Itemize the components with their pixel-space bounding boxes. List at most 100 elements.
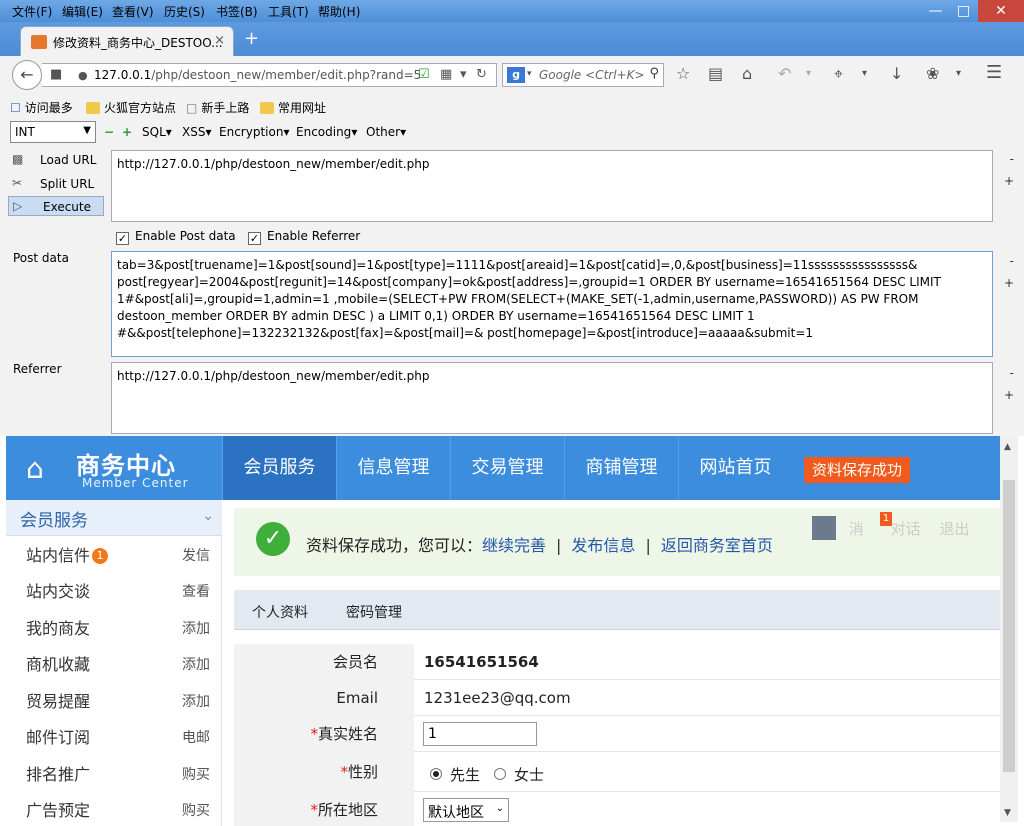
identity-icon[interactable]: ● [78,69,88,82]
sidebar-item-ads[interactable]: 广告预定 购买 [6,791,222,826]
sidebar-action[interactable]: 购买 [182,800,210,820]
split-url-button[interactable]: ✂ Split URL [8,174,104,194]
scrollbar-thumb[interactable] [1003,480,1015,772]
menu-view[interactable]: 查看(V) [112,3,154,20]
firebug-dropdown-icon[interactable]: ▾ [956,68,961,79]
menu-sql[interactable]: SQL▾ [142,125,172,139]
post-expand-button[interactable]: + [1004,276,1014,290]
download-icon[interactable]: ↓ [890,64,903,83]
bookmark-getting-started[interactable]: □ 新手上路 [186,99,249,116]
sidebar-action[interactable]: 添加 [182,618,210,638]
url-shrink-button[interactable]: - [1010,152,1014,166]
gender-female-radio[interactable]: 女士 [494,764,544,785]
crop-dropdown-icon[interactable]: ▾ [862,68,867,79]
sidebar-item-ranking[interactable]: 排名推广 购买 [6,755,222,791]
nav-site-home[interactable]: 网站首页 [678,436,792,500]
qr-icon[interactable]: ▦ [440,67,452,82]
enable-post-checkbox[interactable]: ✓ Enable Post data [116,229,236,245]
crop-icon[interactable]: ⌖ [834,64,843,84]
post-shrink-button[interactable]: - [1010,254,1014,268]
referrer-shrink-button[interactable]: - [1010,366,1014,380]
sidebar-item-messages[interactable]: 站内信件 1 发信 [6,536,222,572]
undo-dropdown-icon[interactable]: ▾ [806,68,811,79]
shield-icon[interactable]: ☑ [418,67,430,82]
search-box[interactable]: g ▾ Google <Ctrl+K> ⚲ [502,63,664,87]
menu-help[interactable]: 帮助(H) [318,3,360,20]
url-textarea[interactable]: http://127.0.0.1/php/destoon_new/member/… [111,150,993,222]
minimize-icon[interactable]: — [922,0,949,22]
nav-member-service[interactable]: 会员服务 [222,436,336,500]
increment-icon[interactable]: + [122,125,132,139]
type-select[interactable]: INT ▼ [10,121,96,143]
logout-link[interactable]: 退出 [939,520,969,538]
hamburger-menu-icon[interactable]: ☰ [986,62,1002,83]
maximize-icon[interactable]: □ [950,0,977,22]
sidebar-item-friends[interactable]: 我的商友 添加 [6,609,222,645]
sidebar-action[interactable]: 添加 [182,691,210,711]
sidebar-action[interactable]: 购买 [182,764,210,784]
menu-history[interactable]: 历史(S) [164,3,205,20]
engine-dropdown-icon[interactable]: ▾ [527,69,532,79]
execute-button[interactable]: ▷ Execute [8,196,104,216]
firebug-icon[interactable]: ❀ [926,64,939,83]
gender-male-radio[interactable]: 先生 [430,764,480,785]
bookmark-common-sites[interactable]: 常用网址 [260,99,326,116]
menu-tools[interactable]: 工具(T) [268,3,309,20]
menu-file[interactable]: 文件(F) [12,3,52,20]
sidebar-action[interactable]: 电邮 [182,727,210,747]
chat-link[interactable]: 对话 [891,520,921,538]
tab-close-icon[interactable]: × [214,33,225,48]
sidebar-item-alerts[interactable]: 贸易提醒 添加 [6,682,222,718]
sidebar-item-mail-subscribe[interactable]: 邮件订阅 电邮 [6,718,222,754]
nav-trade-management[interactable]: 交易管理 [450,436,564,500]
sidebar-header[interactable]: 会员服务 ⌄ [6,500,222,536]
messages-link[interactable]: 消 [849,520,864,538]
avatar[interactable] [812,516,836,540]
url-expand-button[interactable]: + [1004,174,1014,188]
continue-edit-link[interactable]: 继续完善 [482,536,546,555]
bookmark-firefox-site[interactable]: 火狐官方站点 [86,99,176,116]
dropdown-arrow-icon[interactable]: ▾ [460,67,467,82]
enable-referrer-checkbox[interactable]: ✓ Enable Referrer [248,229,360,245]
search-icon[interactable]: ⚲ [649,66,659,81]
back-home-link[interactable]: 返回商务室首页 [661,536,773,555]
menu-xss[interactable]: XSS▾ [182,125,212,139]
nav-info-management[interactable]: 信息管理 [336,436,450,500]
tab-personal-info[interactable]: 个人资料 [252,602,308,622]
page-scrollbar[interactable]: ▲ ▼ [1000,436,1018,822]
menu-encryption[interactable]: Encryption▾ [219,125,289,139]
scroll-down-icon[interactable]: ▼ [1004,808,1011,818]
post-data-textarea[interactable]: tab=3&post[truename]=1&post[sound]=1&pos… [111,251,993,357]
region-select[interactable]: 默认地区 ⌄ [423,798,509,822]
menu-bookmarks[interactable]: 书签(B) [216,3,258,20]
load-url-button[interactable]: ▩ Load URL [8,150,104,170]
menu-edit[interactable]: 编辑(E) [62,3,103,20]
realname-input[interactable]: 1 [423,722,537,746]
post-info-link[interactable]: 发布信息 [571,536,635,555]
reload-icon[interactable]: ↻ [476,67,487,82]
decrement-icon[interactable]: − [104,125,114,139]
menu-encoding[interactable]: Encoding▾ [296,125,357,139]
sidebar-action[interactable]: 查看 [182,581,210,601]
sidebar-item-chat[interactable]: 站内交谈 查看 [6,572,222,608]
menu-other[interactable]: Other▾ [366,125,406,139]
undo-icon[interactable]: ↶ [778,64,791,83]
nav-shop-management[interactable]: 商铺管理 [564,436,678,500]
sidebar-action[interactable]: 发信 [182,545,210,565]
new-tab-icon[interactable]: + [244,28,259,49]
referrer-textarea[interactable]: http://127.0.0.1/php/destoon_new/member/… [111,362,993,434]
bookmark-most-visited[interactable]: ☐ 访问最多 [10,99,73,116]
bookmark-star-icon[interactable]: ☆ [676,64,690,83]
back-button[interactable]: ← [12,60,42,90]
browser-tab[interactable]: 修改资料_商务中心_DESTOO... × [20,26,234,56]
referrer-expand-button[interactable]: + [1004,388,1014,402]
reading-list-icon[interactable]: ▤ [708,64,723,83]
scroll-up-icon[interactable]: ▲ [1004,442,1011,452]
sidebar-item-favorites[interactable]: 商机收藏 添加 [6,645,222,681]
close-window-icon[interactable]: ✕ [978,0,1024,22]
url-bar[interactable]: ■ ● 127.0.0.1/php/destoon_new/member/edi… [42,63,497,87]
tab-password[interactable]: 密码管理 [346,602,402,622]
sidebar-action[interactable]: 添加 [182,654,210,674]
home-icon[interactable]: ⌂ [742,64,752,83]
google-icon[interactable]: g [507,67,525,83]
